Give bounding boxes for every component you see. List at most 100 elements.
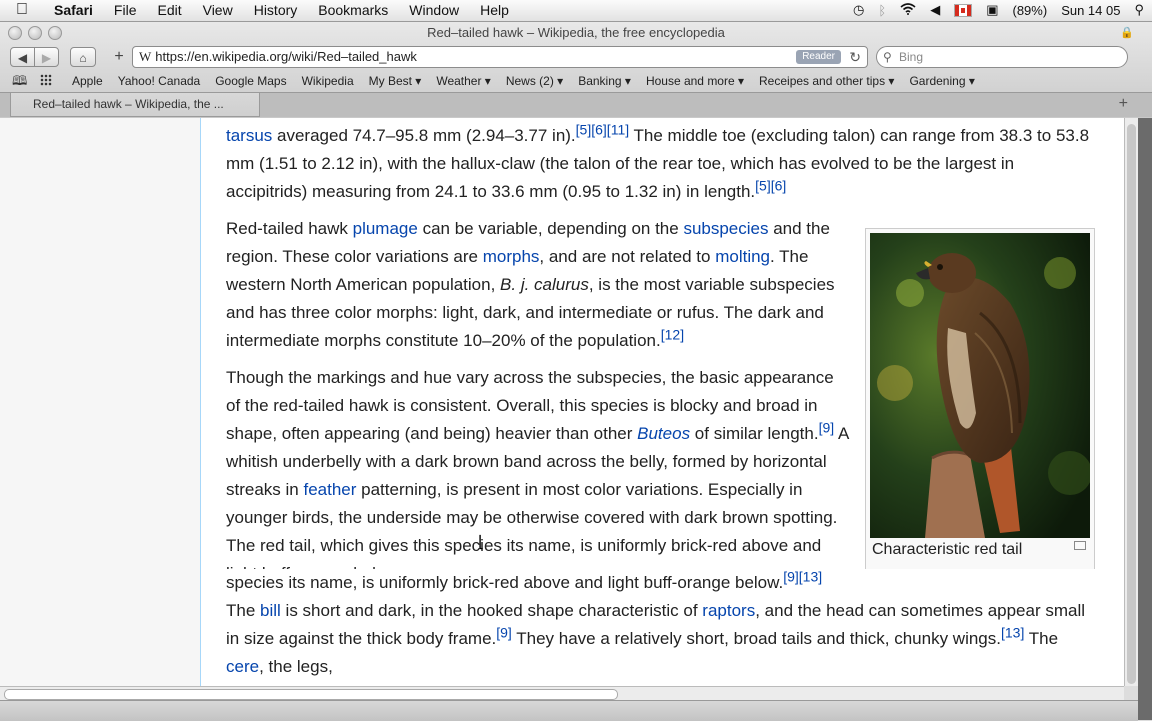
text: is short and dark, in the hooked shape c… <box>280 601 703 620</box>
citation[interactable]: [9] <box>819 419 835 435</box>
battery-icon[interactable]: ▣ <box>986 2 998 18</box>
text: The <box>226 601 261 620</box>
close-button[interactable] <box>8 26 22 40</box>
link-bill[interactable]: bill <box>260 601 281 620</box>
magnifier-icon: ⚲ <box>883 50 892 64</box>
link-cere[interactable]: cere <box>226 657 259 676</box>
window-title: Red–tailed hawk – Wikipedia, the free en… <box>427 25 725 40</box>
text: averaged 74.7–95.8 mm (2.94–3.77 in). <box>272 126 576 145</box>
search-input[interactable]: ⚲ Bing <box>876 46 1128 68</box>
bookmark-gardening[interactable]: Gardening ▾ <box>909 74 974 88</box>
text: can be variable, depending on the <box>417 219 684 238</box>
menu-view[interactable]: View <box>203 2 244 18</box>
menu-window[interactable]: Window <box>409 2 470 18</box>
text-cursor-icon: ⌊ <box>478 534 485 551</box>
image-caption: Characteristic red tail <box>872 541 1023 558</box>
bookmark-my-best[interactable]: My Best ▾ <box>369 74 422 88</box>
bookmark-house[interactable]: House and more ▾ <box>646 74 744 88</box>
paragraph-1: tarsus averaged 74.7–95.8 mm (2.94–3.77 … <box>226 122 1096 206</box>
wifi-icon[interactable] <box>900 2 916 18</box>
wiki-sidebar <box>0 118 201 686</box>
new-tab-button[interactable]: + <box>1119 95 1128 113</box>
tab-bar: Red–tailed hawk – Wikipedia, the ... + <box>0 92 1152 117</box>
text: species its name, is uniformly brick-red… <box>226 573 784 592</box>
web-page: tarsus averaged 74.7–95.8 mm (2.94–3.77 … <box>0 118 1124 686</box>
menu-history[interactable]: History <box>254 2 309 18</box>
background-window-edge <box>1138 118 1152 720</box>
citation[interactable]: [5][6][11] <box>576 121 629 137</box>
add-bookmark-button[interactable]: + <box>106 47 132 67</box>
bookmark-banking[interactable]: Banking ▾ <box>578 74 631 88</box>
bookmark-weather[interactable]: Weather ▾ <box>436 74 491 88</box>
paragraph-3-tail: The bill is short and dark, in the hooke… <box>226 597 1096 686</box>
paragraph-3-red-tail-line: species its name, is uniformly brick-red… <box>226 569 1096 597</box>
link-feather[interactable]: feather <box>303 480 356 499</box>
reload-icon[interactable]: ↻ <box>849 47 861 67</box>
horizontal-scroll-thumb[interactable] <box>4 689 618 700</box>
home-button[interactable]: ⌂ <box>70 47 96 67</box>
open-book-icon[interactable]: 🕮 <box>12 72 27 94</box>
citation[interactable]: [9][13] <box>783 568 822 584</box>
paragraph-2: Red-tailed hawk plumage can be variable,… <box>226 215 851 355</box>
apple-icon[interactable]:  <box>16 1 28 19</box>
bookmark-wikipedia[interactable]: Wikipedia <box>302 74 354 88</box>
forward-button[interactable]: ▶ <box>34 47 59 67</box>
link-tarsus[interactable]: tarsus <box>226 126 272 145</box>
vertical-scrollbar[interactable] <box>1124 118 1139 686</box>
bookmark-news[interactable]: News (2) ▾ <box>506 74 563 88</box>
search-icon[interactable]: ⚲ <box>1134 2 1144 18</box>
lock-icon: 🔒 <box>1120 27 1134 39</box>
bookmarks-bar: 🕮 Apple Yahoo! Canada Google Maps Wikipe… <box>0 72 1152 90</box>
text: The <box>1024 629 1059 648</box>
image-thumbnail: Characteristic red tail <box>865 228 1095 572</box>
tab-red-tailed-hawk[interactable]: Red–tailed hawk – Wikipedia, the ... <box>10 93 260 117</box>
reader-button[interactable]: Reader <box>796 50 841 64</box>
enlarge-icon[interactable] <box>1074 541 1086 550</box>
link-plumage[interactable]: plumage <box>353 219 418 238</box>
top-sites-grid-icon[interactable] <box>40 74 52 86</box>
text: , the legs, <box>259 657 333 676</box>
status-bar <box>0 700 1138 721</box>
text: of similar length. <box>690 424 819 443</box>
minimize-button[interactable] <box>28 26 42 40</box>
zoom-button[interactable] <box>48 26 62 40</box>
clock-icon[interactable]: ◷ <box>853 2 864 18</box>
battery-percent: (89%) <box>1012 2 1048 18</box>
horizontal-scrollbar[interactable] <box>0 686 1124 701</box>
bookmark-yahoo-canada[interactable]: Yahoo! Canada <box>118 74 201 88</box>
toolbar: ◀ ▶ ⌂ + Whttps://en.wikipedia.org/wiki/R… <box>0 46 1152 70</box>
menu-clock[interactable]: Sun 14 05 <box>1061 3 1120 18</box>
citation[interactable]: [5][6] <box>755 177 786 193</box>
address-bar[interactable]: Whttps://en.wikipedia.org/wiki/Red–taile… <box>132 46 868 68</box>
menu-edit[interactable]: Edit <box>157 2 192 18</box>
link-molting[interactable]: molting <box>715 247 770 266</box>
hawk-photo[interactable] <box>870 233 1090 538</box>
citation[interactable]: [13] <box>1001 624 1024 640</box>
link-morphs[interactable]: morphs <box>483 247 540 266</box>
site-favicon: W <box>139 49 152 64</box>
link-raptors[interactable]: raptors <box>702 601 755 620</box>
menu-bookmarks[interactable]: Bookmarks <box>318 2 399 18</box>
menu-bar:  Safari File Edit View History Bookmark… <box>0 0 1152 22</box>
browser-chrome: Red–tailed hawk – Wikipedia, the free en… <box>0 22 1152 119</box>
menu-help[interactable]: Help <box>480 2 520 18</box>
link-buteos[interactable]: Buteos <box>637 424 690 443</box>
citation[interactable]: [9] <box>496 624 512 640</box>
menu-app[interactable]: Safari <box>54 2 104 18</box>
link-subspecies[interactable]: subspecies <box>683 219 768 238</box>
url-text: https://en.wikipedia.org/wiki/Red–tailed… <box>155 49 417 64</box>
back-button[interactable]: ◀ <box>10 47 35 67</box>
menu-file[interactable]: File <box>114 2 148 18</box>
vertical-scroll-thumb[interactable] <box>1127 124 1136 684</box>
bookmark-recipes[interactable]: Receipes and other tips ▾ <box>759 74 894 88</box>
volume-icon[interactable]: ◀ <box>930 2 940 18</box>
bookmark-apple[interactable]: Apple <box>72 74 103 88</box>
bookmark-google-maps[interactable]: Google Maps <box>215 74 286 88</box>
text: They have a relatively short, broad tail… <box>511 629 1001 648</box>
citation[interactable]: [12] <box>661 326 684 342</box>
canada-flag-icon[interactable] <box>954 3 973 17</box>
text: , and are not related to <box>539 247 716 266</box>
bluetooth-icon[interactable]: ᛒ <box>878 3 886 18</box>
search-placeholder: Bing <box>899 50 924 64</box>
text: Red-tailed hawk <box>226 219 353 238</box>
